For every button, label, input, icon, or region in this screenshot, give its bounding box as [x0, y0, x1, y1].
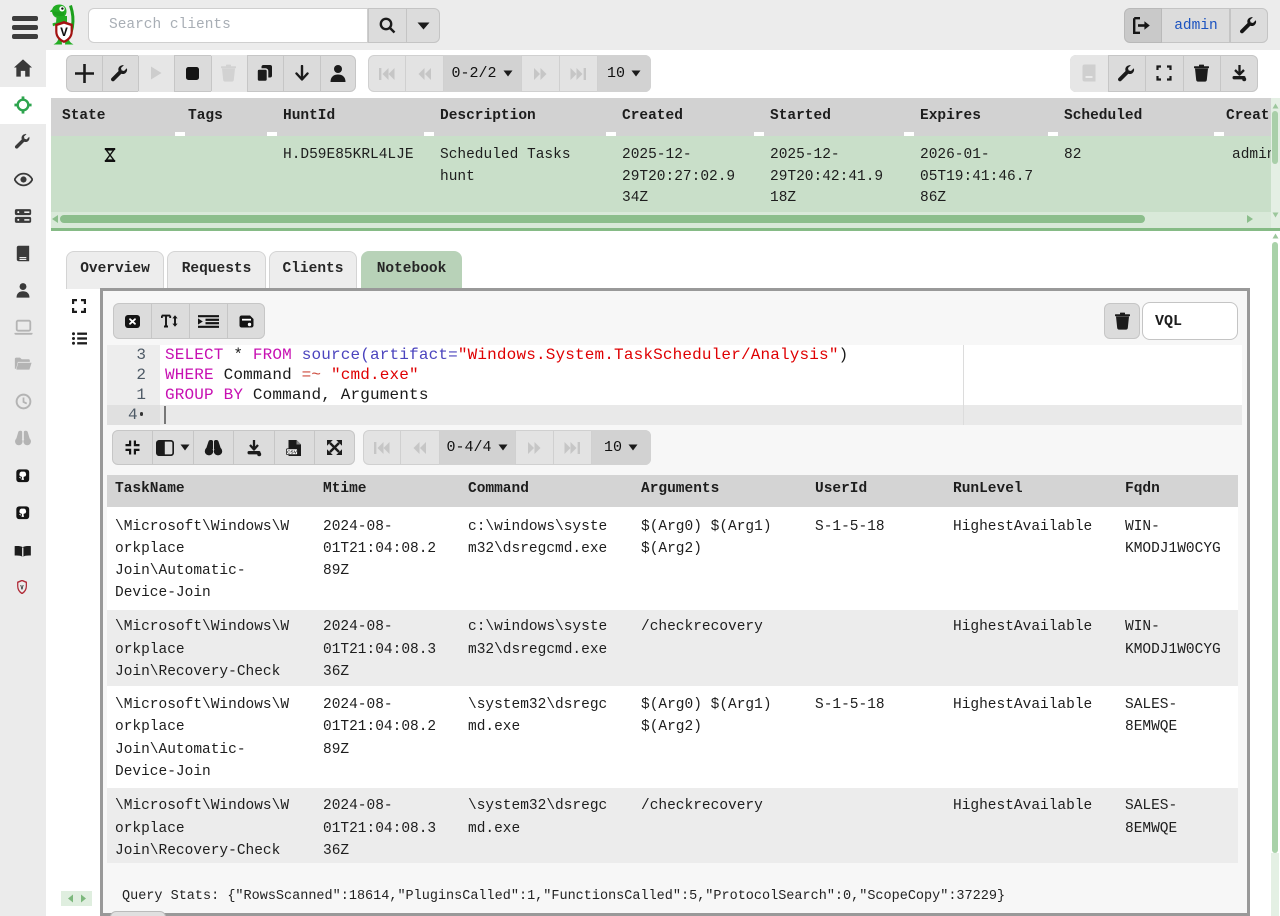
svg-text:V: V — [60, 26, 68, 40]
svg-text:V: V — [21, 584, 25, 592]
svg-text:CSV: CSV — [287, 449, 298, 455]
